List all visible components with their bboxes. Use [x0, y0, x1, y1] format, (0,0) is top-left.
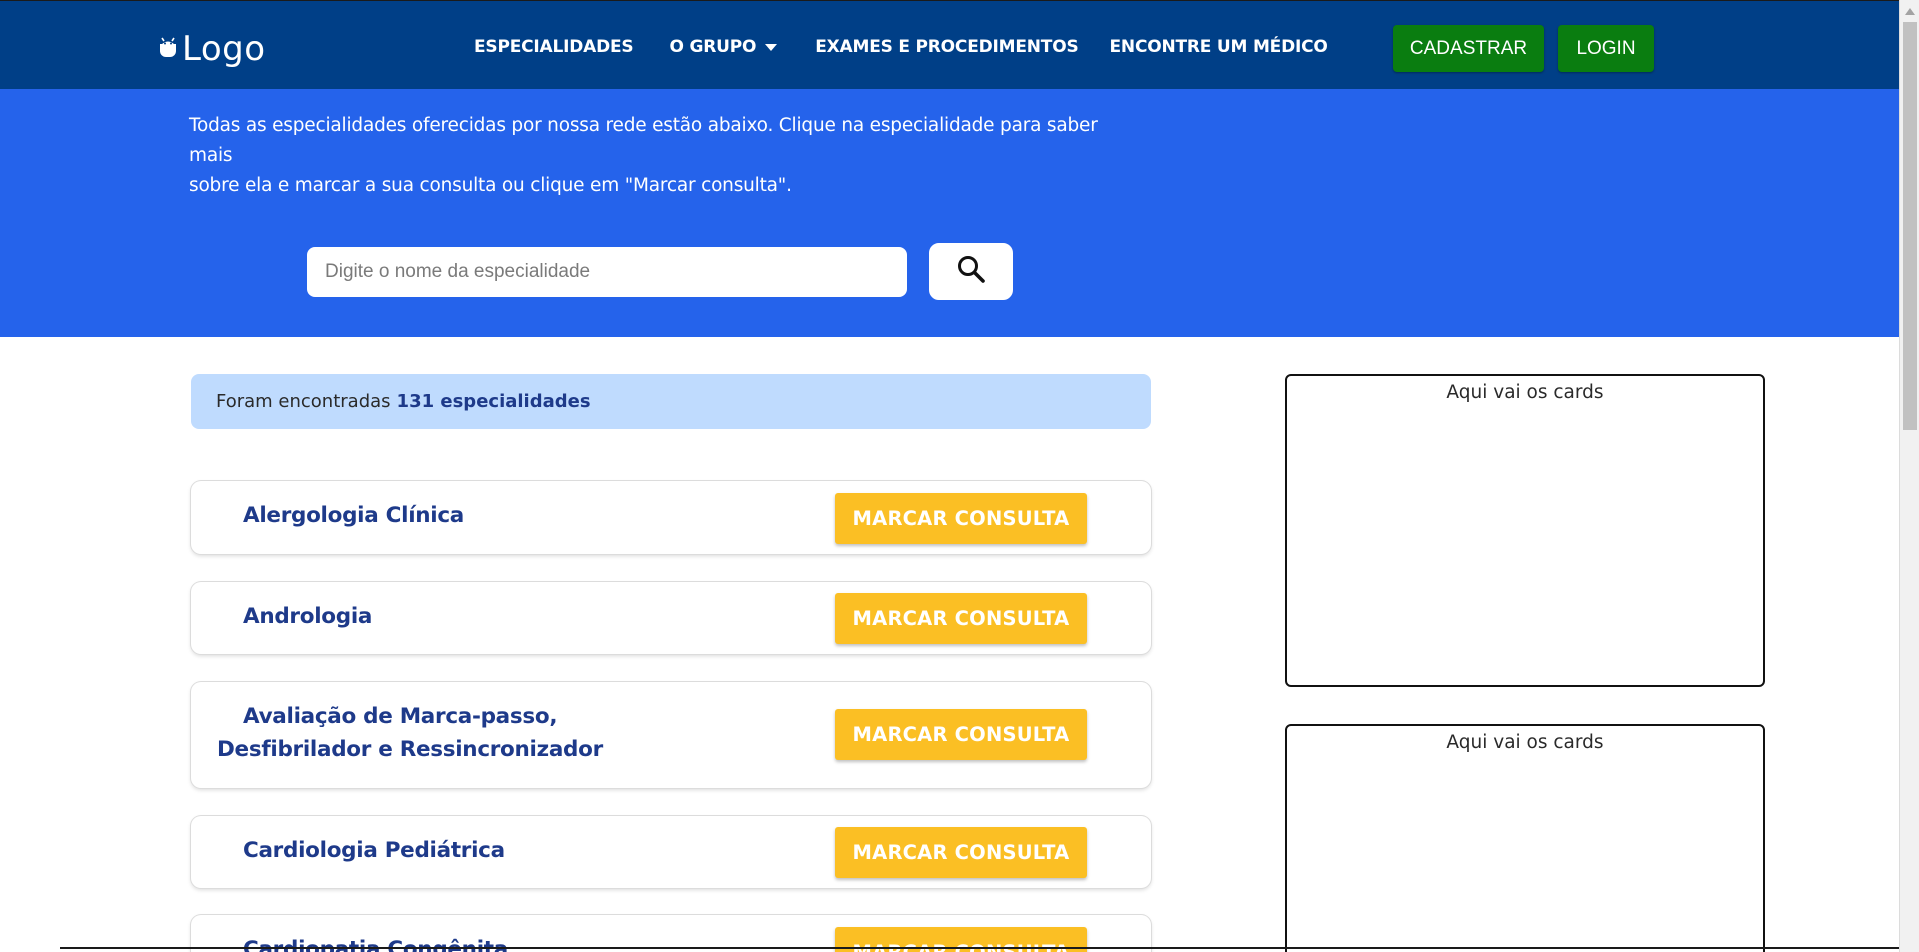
logo-text: Logo: [182, 29, 266, 69]
search-icon: [956, 254, 986, 289]
nav-especialidades[interactable]: ESPECIALIDADES: [474, 37, 634, 57]
android-icon: [158, 35, 178, 63]
specialty-name-line2[interactable]: Desfibrilador e Ressincronizador: [217, 733, 603, 766]
navbar: Logo ESPECIALIDADES O GRUPO EXAMES E PRO…: [0, 0, 1899, 89]
hero-banner: Todas as especialidades oferecidas por n…: [0, 89, 1899, 337]
hero-description-line1: Todas as especialidades oferecidas por n…: [189, 115, 1098, 166]
results-prefix: Foram encontradas: [216, 391, 391, 412]
bottom-divider: [60, 947, 1899, 949]
search-input[interactable]: [307, 247, 907, 297]
specialty-name-line1[interactable]: Avaliação de Marca-passo,: [243, 700, 558, 733]
caret-down-icon: [765, 44, 778, 51]
specialty-name[interactable]: Cardiopatia Congênita: [243, 933, 508, 952]
nav-encontre-medico[interactable]: ENCONTRE UM MÉDICO: [1110, 37, 1328, 57]
specialty-name[interactable]: Andrologia: [243, 600, 372, 633]
nav-o-grupo[interactable]: O GRUPO: [669, 37, 778, 57]
sidebar-card-text: Aqui vai os cards: [1446, 732, 1604, 753]
specialty-card[interactable]: Alergologia Clínica MARCAR CONSULTA: [191, 481, 1151, 554]
specialty-card[interactable]: Andrologia MARCAR CONSULTA: [191, 582, 1151, 654]
sidebar-card: Aqui vai os cards: [1285, 374, 1765, 687]
results-count-bar: Foram encontradas 131 especialidades: [191, 374, 1151, 429]
schedule-button[interactable]: MARCAR CONSULTA: [835, 709, 1087, 760]
page: Logo ESPECIALIDADES O GRUPO EXAMES E PRO…: [0, 0, 1919, 952]
scroll-up-arrow-icon[interactable]: [1905, 8, 1915, 15]
login-button[interactable]: LOGIN: [1558, 25, 1654, 72]
schedule-button[interactable]: MARCAR CONSULTA: [835, 827, 1087, 878]
main-nav: ESPECIALIDADES O GRUPO EXAMES E PROCEDIM…: [462, 37, 1328, 57]
sidebar-card: Aqui vai os cards: [1285, 724, 1765, 952]
sidebar-card-text: Aqui vai os cards: [1446, 382, 1604, 403]
schedule-button[interactable]: MARCAR CONSULTA: [835, 493, 1087, 544]
specialty-name[interactable]: Alergologia Clínica: [243, 499, 464, 532]
vertical-scrollbar[interactable]: [1899, 0, 1919, 952]
results-count: 131 especialidades: [396, 391, 591, 412]
nav-exames[interactable]: EXAMES E PROCEDIMENTOS: [815, 37, 1078, 57]
specialty-card[interactable]: Avaliação de Marca-passo, Desfibrilador …: [191, 682, 1151, 788]
nav-o-grupo-label: O GRUPO: [669, 37, 757, 57]
schedule-button[interactable]: MARCAR CONSULTA: [835, 593, 1087, 644]
specialty-name[interactable]: Cardiologia Pediátrica: [243, 834, 505, 867]
specialty-card[interactable]: Cardiologia Pediátrica MARCAR CONSULTA: [191, 816, 1151, 888]
hero-description: Todas as especialidades oferecidas por n…: [189, 111, 1129, 201]
register-button[interactable]: CADASTRAR: [1393, 25, 1544, 72]
hero-description-line2: sobre ela e marcar a sua consulta ou cli…: [189, 175, 792, 196]
search-button[interactable]: [929, 243, 1013, 300]
scrollbar-thumb[interactable]: [1903, 22, 1917, 430]
logo[interactable]: Logo: [158, 27, 266, 71]
